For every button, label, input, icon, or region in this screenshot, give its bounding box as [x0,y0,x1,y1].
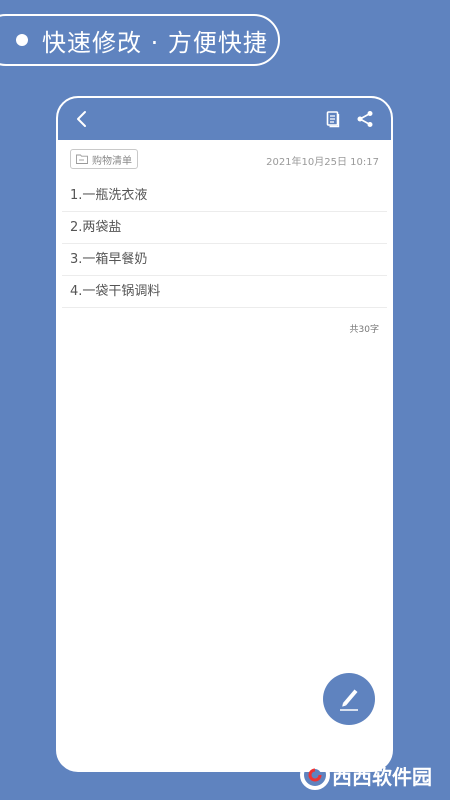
char-count: 共30字 [349,325,379,335]
folder-icon [76,154,88,164]
note-body[interactable]: 1.一瓶洗衣液 2.两袋盐 3.一箱早餐奶 4.一袋干锅调料 [58,180,391,308]
watermark-text: 西西软件园 [332,764,432,789]
document-copy-icon[interactable] [323,109,343,129]
bullet-dot [16,34,28,46]
pencil-icon [340,689,358,711]
folder-label: 购物清单 [92,155,132,167]
chevron-left-icon[interactable] [72,109,92,129]
app-bar [58,98,391,140]
site-watermark: 西西软件园 [298,758,432,792]
phone-frame: 购物清单 2021年10月25日 10:17 1.一瓶洗衣液 2.两袋盐 3.一… [56,96,393,772]
note-meta: 购物清单 2021年10月25日 10:17 [58,140,391,180]
promo-pill: 快速修改 · 方便快捷 [0,14,280,66]
note-timestamp: 2021年10月25日 10:17 [266,157,379,168]
note-line[interactable]: 3.一箱早餐奶 [62,244,387,276]
share-icon[interactable] [355,109,375,129]
watermark-logo-icon [300,760,330,790]
note-line[interactable]: 2.两袋盐 [62,212,387,244]
note-line[interactable]: 4.一袋干锅调料 [62,276,387,308]
folder-tag[interactable]: 购物清单 [70,149,138,169]
note-line[interactable]: 1.一瓶洗衣液 [62,180,387,212]
edit-button[interactable] [323,673,375,725]
promo-text: 快速修改 · 方便快捷 [42,28,268,57]
